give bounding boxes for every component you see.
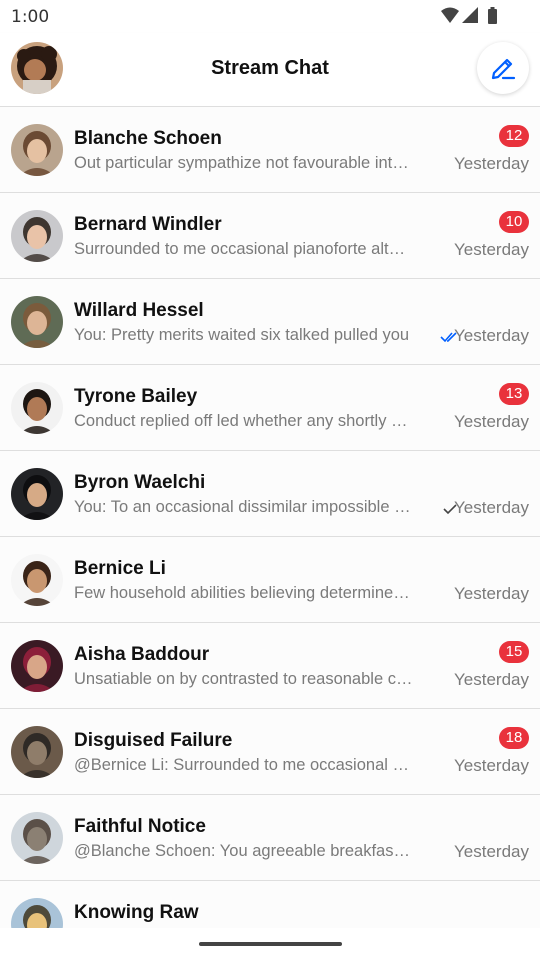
- avatar: [11, 210, 63, 262]
- channel-row[interactable]: Tyrone Bailey Conduct replied off led whe…: [0, 365, 540, 451]
- message-preview: You: To an occasional dissimilar impossi…: [74, 498, 414, 516]
- timestamp: Yesterday: [454, 412, 529, 431]
- channel-row[interactable]: Bernard Windler Surrounded to me occasion…: [0, 193, 540, 279]
- unread-badge: 12: [499, 125, 529, 147]
- channel-name: Bernard Windler: [74, 214, 222, 235]
- channel-name: Faithful Notice: [74, 816, 206, 837]
- channel-name: Bernice Li: [74, 558, 166, 579]
- home-indicator[interactable]: [199, 942, 342, 946]
- message-preview: You: Pretty merits waited six talked pul…: [74, 326, 410, 344]
- avatar: [11, 640, 63, 692]
- unread-badge: 15: [499, 641, 529, 663]
- channel-name: Tyrone Bailey: [74, 386, 198, 407]
- channel-name: Willard Hessel: [74, 300, 204, 321]
- channel-name: Byron Waelchi: [74, 472, 206, 493]
- message-preview: Conduct replied off led whether any shor…: [74, 412, 414, 430]
- unread-badge: 10: [499, 211, 529, 233]
- avatar: [11, 382, 63, 434]
- message-preview: @Bernice Li: Surrounded to me occasional…: [74, 756, 414, 774]
- app-header: Stream Chat: [0, 33, 540, 107]
- avatar: [11, 726, 63, 778]
- timestamp: Yesterday: [454, 670, 529, 689]
- compose-button[interactable]: [477, 42, 529, 94]
- timestamp: Yesterday: [454, 240, 529, 259]
- status-icons: [440, 6, 504, 26]
- message-preview: Few household abilities believing determ…: [74, 584, 414, 602]
- channel-row[interactable]: Faithful Notice @Blanche Schoen: You agre…: [0, 795, 540, 881]
- channel-name: Blanche Schoen: [74, 128, 222, 149]
- avatar: [11, 554, 63, 606]
- channel-name: Aisha Baddour: [74, 644, 210, 665]
- channel-list[interactable]: Blanche Schoen Out particular sympathize …: [0, 107, 540, 928]
- unread-badge: 18: [499, 727, 529, 749]
- avatar: [11, 124, 63, 176]
- unread-badge: 13: [499, 383, 529, 405]
- message-preview: Unsatiable on by contrasted to reasonabl…: [74, 670, 414, 688]
- status-bar: 1:00: [0, 0, 540, 33]
- channel-row[interactable]: Bernice Li Few household abilities believ…: [0, 537, 540, 623]
- channel-row[interactable]: Byron Waelchi You: To an occasional dissi…: [0, 451, 540, 537]
- channel-name: Knowing Raw: [74, 902, 199, 923]
- message-preview: @Blanche Schoen: You agreeable breakfast…: [74, 842, 414, 860]
- timestamp: Yesterday: [454, 842, 529, 861]
- channel-row[interactable]: Blanche Schoen Out particular sympathize …: [0, 107, 540, 193]
- navigation-bar: [0, 928, 540, 960]
- timestamp: Yesterday: [454, 756, 529, 775]
- signal-icon: [462, 7, 478, 23]
- avatar: [11, 296, 63, 348]
- message-preview: Out particular sympathize not favourable…: [74, 154, 414, 172]
- timestamp: Yesterday: [454, 584, 529, 603]
- avatar: [11, 898, 63, 928]
- channel-row[interactable]: Aisha Baddour Unsatiable on by contrasted…: [0, 623, 540, 709]
- page-title: Stream Chat: [211, 57, 329, 79]
- channel-row[interactable]: Willard Hessel You: Pretty merits waited …: [0, 279, 540, 365]
- channel-row[interactable]: Knowing Raw@Tyrone Bailey: Sex reached s…: [0, 881, 540, 928]
- battery-icon: [488, 7, 497, 24]
- channel-row[interactable]: Disguised Failure @Bernice Li: Surrounded…: [0, 709, 540, 795]
- timestamp: Yesterday: [454, 498, 529, 517]
- pencil-icon: [491, 58, 516, 80]
- wifi-icon: [441, 7, 459, 23]
- message-preview: Surrounded to me occasional pianoforte a…: [74, 240, 414, 258]
- timestamp: Yesterday: [454, 154, 529, 173]
- avatar: [11, 812, 63, 864]
- avatar: [11, 468, 63, 520]
- timestamp: Yesterday: [454, 326, 529, 345]
- status-time: 1:00: [11, 7, 50, 27]
- channel-name: Disguised Failure: [74, 730, 233, 751]
